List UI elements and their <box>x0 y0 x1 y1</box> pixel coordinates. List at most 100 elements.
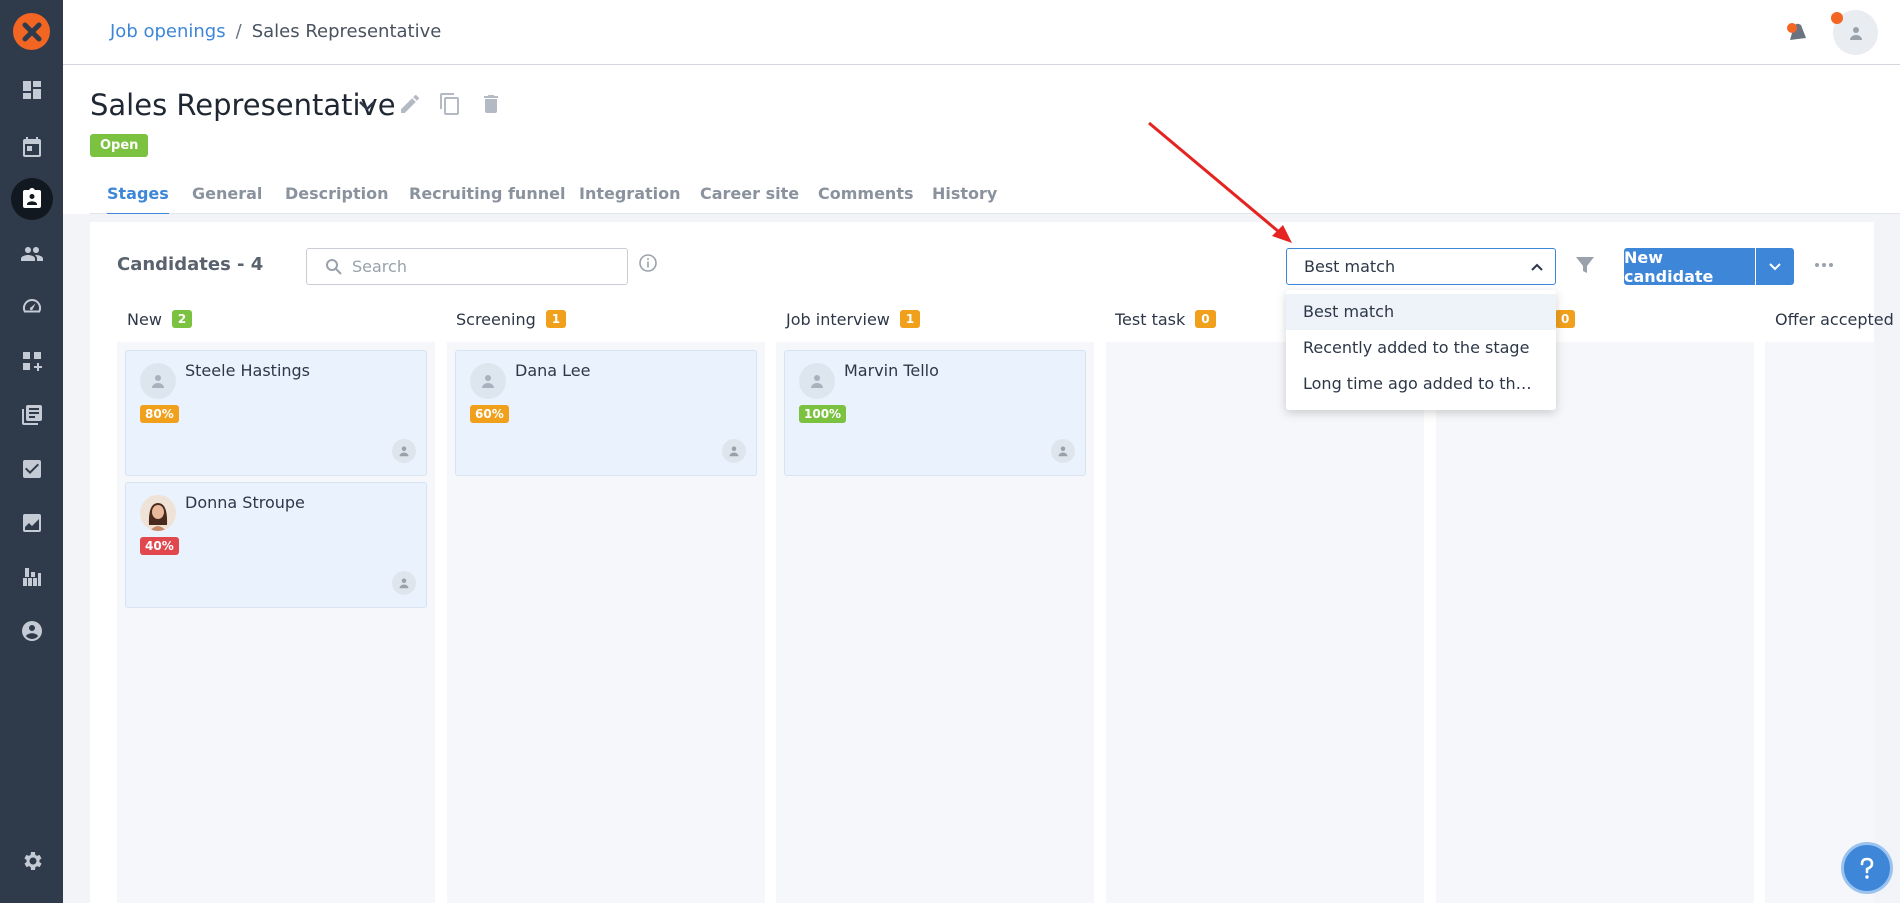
tab-description[interactable]: Description <box>285 184 388 216</box>
search-input[interactable]: Search <box>306 248 628 285</box>
match-score-badge: 60% <box>470 405 509 423</box>
tab-comments[interactable]: Comments <box>818 184 914 216</box>
column-header-job-interview: Job interview 1 <box>786 310 921 329</box>
candidate-name[interactable]: Donna Stroupe <box>185 493 305 512</box>
candidate-card[interactable]: Marvin Tello 100% <box>784 350 1086 476</box>
user-icon <box>152 375 164 388</box>
user-icon <box>811 375 823 388</box>
assignee-avatar[interactable] <box>392 571 416 595</box>
chevron-up-icon <box>1531 263 1543 271</box>
candidate-name[interactable]: Steele Hastings <box>185 361 310 380</box>
user-status-dot <box>1831 12 1843 24</box>
column-count-badge: 1 <box>899 310 921 328</box>
user-icon <box>399 578 409 589</box>
sort-select[interactable]: Best match <box>1286 248 1556 285</box>
candidate-card[interactable]: Steele Hastings 80% <box>125 350 427 476</box>
column-count-badge: 2 <box>171 310 193 328</box>
column-title: New <box>127 310 162 329</box>
filter-icon[interactable] <box>1574 254 1596 276</box>
tab-career-site[interactable]: Career site <box>700 184 799 216</box>
sort-option-recently-added[interactable]: Recently added to the stage <box>1286 330 1556 366</box>
sort-dropdown-menu: Best match Recently added to the stage L… <box>1286 290 1556 410</box>
candidates-icon[interactable] <box>16 238 47 269</box>
job-openings-icon[interactable] <box>11 178 53 220</box>
column-offer-accepted <box>1765 342 1874 903</box>
more-options-icon[interactable] <box>1813 257 1835 273</box>
match-score-badge: 80% <box>140 405 179 423</box>
calendar-icon[interactable] <box>16 131 47 162</box>
column-count-badge: 0 <box>1195 310 1216 328</box>
user-icon <box>729 446 739 457</box>
candidate-name[interactable]: Marvin Tello <box>844 361 939 380</box>
dashboard-icon[interactable] <box>16 74 47 105</box>
reports-icon[interactable] <box>16 507 47 538</box>
candidate-card[interactable]: Dana Lee 60% <box>455 350 757 476</box>
column-hidden <box>1436 342 1754 903</box>
new-candidate-dropdown-button[interactable] <box>1756 248 1794 285</box>
match-score-badge: 100% <box>799 405 847 423</box>
integrations-icon[interactable] <box>16 561 47 592</box>
tab-integration[interactable]: Integration <box>579 184 681 216</box>
search-icon <box>326 259 342 275</box>
breadcrumb-job-openings-link[interactable]: Job openings <box>110 21 226 42</box>
column-title: Test task <box>1115 310 1186 329</box>
candidate-card[interactable]: Donna Stroupe 40% <box>125 482 427 608</box>
candidate-name[interactable]: Dana Lee <box>515 361 590 380</box>
library-icon[interactable] <box>16 399 47 430</box>
column-header-offer-accepted: Offer accepted <box>1775 310 1894 329</box>
assignee-avatar[interactable] <box>392 439 416 463</box>
status-badge: Open <box>90 134 149 157</box>
candidate-avatar <box>470 363 506 399</box>
annotation-arrow-icon <box>1148 121 1292 243</box>
chevron-down-icon <box>1769 262 1781 270</box>
new-candidate-button[interactable]: New candidate <box>1624 248 1755 286</box>
user-icon <box>1058 446 1068 457</box>
sort-option-best-match[interactable]: Best match <box>1286 294 1556 330</box>
column-header-test-task: Test task 0 <box>1115 310 1216 329</box>
person-photo-icon <box>140 495 176 531</box>
edit-pencil-icon[interactable] <box>398 92 422 116</box>
breadcrumb: Job openings / Sales Representative <box>110 21 441 42</box>
job-title: Sales Representative <box>90 88 396 122</box>
breadcrumb-current: Sales Representative <box>251 21 442 42</box>
tab-general[interactable]: General <box>192 184 262 216</box>
tab-history[interactable]: History <box>932 184 997 216</box>
column-title: Screening <box>456 310 536 329</box>
speedometer-icon[interactable] <box>16 291 47 322</box>
candidates-count: Candidates - 4 <box>117 254 264 275</box>
settings-gear-icon[interactable] <box>16 845 47 876</box>
assignee-avatar[interactable] <box>722 439 746 463</box>
column-header-new: New 2 <box>127 310 193 329</box>
top-bar: Job openings / Sales Representative <box>63 0 1900 65</box>
copy-icon[interactable] <box>438 92 462 116</box>
logo-icon <box>22 22 41 41</box>
sort-option-long-time-ago-added[interactable]: Long time ago added to the sta... <box>1286 366 1556 402</box>
question-mark-icon <box>1860 857 1874 879</box>
delete-trash-icon[interactable] <box>479 92 503 116</box>
column-test-task <box>1106 342 1424 903</box>
column-title: Job interview <box>786 310 890 329</box>
tab-stages[interactable]: Stages <box>107 184 169 216</box>
title-chevron-down-icon[interactable] <box>356 94 378 116</box>
notifications-bell-icon[interactable] <box>1784 20 1810 46</box>
profile-icon[interactable] <box>16 615 47 646</box>
user-icon <box>399 446 409 457</box>
column-count-badge: 1 <box>545 310 567 328</box>
column-title: Offer accepted <box>1775 310 1894 329</box>
sort-select-value: Best match <box>1304 257 1396 276</box>
help-button[interactable] <box>1841 842 1893 894</box>
column-header-screening: Screening 1 <box>456 310 567 329</box>
assignee-avatar[interactable] <box>1051 439 1075 463</box>
app-logo[interactable] <box>13 13 50 50</box>
match-score-badge: 40% <box>140 537 179 555</box>
search-placeholder: Search <box>352 257 407 276</box>
breadcrumb-separator: / <box>235 21 242 42</box>
user-icon <box>1849 26 1862 40</box>
funnel-structure-icon[interactable] <box>16 345 47 376</box>
info-icon[interactable] <box>638 253 658 273</box>
candidate-photo-avatar <box>140 495 176 531</box>
candidate-avatar <box>140 363 176 399</box>
tab-recruiting-funnel[interactable]: Recruiting funnel <box>409 184 565 216</box>
tasks-icon[interactable] <box>16 453 47 484</box>
user-icon <box>482 375 494 388</box>
